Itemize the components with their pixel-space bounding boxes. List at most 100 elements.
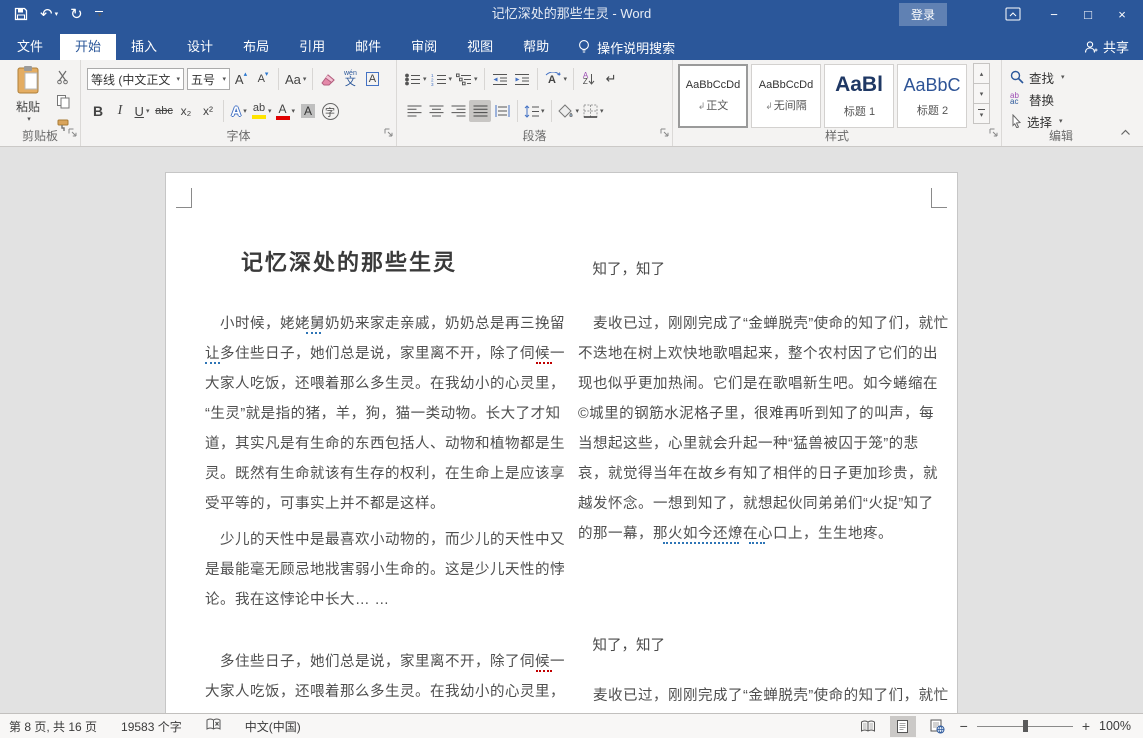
undo-button[interactable]: ↶▾ xyxy=(40,7,58,22)
chevron-down-icon: ▾ xyxy=(146,107,150,115)
document-page[interactable]: 记忆深处的那些生灵 小时候，姥姥舅奶奶来家走亲戚，奶奶总是再三挽留让多住些日子，… xyxy=(165,172,958,713)
clear-formatting-button[interactable] xyxy=(317,68,339,90)
customize-qat-button[interactable]: ▾ xyxy=(95,11,103,18)
undo-caret-icon[interactable]: ▾ xyxy=(55,11,59,18)
superscript-button[interactable]: x² xyxy=(197,100,219,122)
ribbon-display-options-button[interactable] xyxy=(1005,7,1021,21)
line-spacing-button[interactable]: ▾ xyxy=(522,100,547,122)
justify-button[interactable] xyxy=(469,100,491,122)
copy-button[interactable] xyxy=(52,91,74,111)
ribbon-tab[interactable]: 设计 xyxy=(172,34,228,60)
character-border-button[interactable]: A xyxy=(361,68,383,90)
align-right-button[interactable] xyxy=(447,100,469,122)
borders-button[interactable]: ▾ xyxy=(581,100,606,122)
paragraph-dialog-launcher-icon[interactable] xyxy=(660,124,669,142)
proofing-status-icon[interactable] xyxy=(206,718,221,734)
maximize-button[interactable]: □ xyxy=(1071,0,1105,28)
styles-dialog-launcher-icon[interactable] xyxy=(989,124,998,142)
redo-button[interactable]: ↻ xyxy=(70,7,83,22)
italic-button[interactable]: I xyxy=(109,100,131,122)
style-preview: AaBl xyxy=(835,73,883,97)
phonetic-guide-button[interactable]: wén文 xyxy=(339,68,361,90)
style-scroll-up-button[interactable]: ▴ xyxy=(973,63,990,84)
style-card[interactable]: AaBbCcDd ↲无间隔 xyxy=(751,64,821,128)
ribbon-tab[interactable]: 插入 xyxy=(116,34,172,60)
crop-mark-right xyxy=(931,188,947,208)
character-shading-button[interactable]: A xyxy=(297,100,319,122)
ribbon-tab[interactable]: 帮助 xyxy=(508,34,564,60)
numbering-button[interactable]: 123▾ xyxy=(429,68,455,90)
align-center-button[interactable] xyxy=(425,100,447,122)
word-count[interactable]: 19583 个字 xyxy=(121,718,182,735)
text-effects-button[interactable]: A▾ xyxy=(228,100,250,122)
chevron-down-icon: ▾ xyxy=(564,75,568,83)
group-label-paragraph: 段落 xyxy=(397,127,672,144)
zoom-out-button[interactable]: − xyxy=(960,718,968,734)
bullets-button[interactable]: ▾ xyxy=(403,68,429,90)
share-button[interactable]: 共享 xyxy=(1084,37,1129,56)
chevron-down-icon: ▾ xyxy=(222,75,226,83)
read-mode-button[interactable] xyxy=(855,716,881,737)
chevron-down-icon: ▾ xyxy=(98,13,102,18)
multilevel-list-button[interactable]: ▾ xyxy=(454,68,480,90)
save-icon[interactable] xyxy=(14,7,28,21)
zoom-in-button[interactable]: + xyxy=(1082,718,1090,734)
style-scroll-down-button[interactable]: ▾ xyxy=(973,83,990,104)
shrink-font-button[interactable]: A▾ xyxy=(252,68,274,90)
ribbon-tab[interactable]: 审阅 xyxy=(396,34,452,60)
bold-button[interactable]: B xyxy=(87,100,109,122)
text-line: 论。我在这悖论中长大… … xyxy=(205,585,565,615)
style-gallery-more-button[interactable]: ▾ xyxy=(973,103,990,124)
shading-button[interactable]: ▾ xyxy=(556,100,582,122)
clipboard-dialog-launcher-icon[interactable] xyxy=(68,124,77,142)
style-card[interactable]: AaBbC 标题 2 xyxy=(897,64,967,128)
strikethrough-button[interactable]: abc xyxy=(153,100,175,122)
replace-button[interactable]: abac 替换 xyxy=(1002,88,1120,110)
paragraph: 多住些日子，她们总是说，家里离不开，除了伺候一大家人吃饭，还喂着那么多生灵。在我… xyxy=(205,647,565,713)
zoom-level[interactable]: 100% xyxy=(1099,719,1131,733)
ribbon-tab[interactable]: 邮件 xyxy=(340,34,396,60)
font-size-combobox[interactable]: 五号▾ xyxy=(187,68,230,90)
change-case-button[interactable]: Aa▾ xyxy=(283,68,308,90)
tab-file[interactable]: 文件 xyxy=(0,34,60,60)
font-name-combobox[interactable]: 等线 (中文正文▾ xyxy=(87,68,184,90)
highlight-color-button[interactable]: ab▾ xyxy=(250,100,274,122)
asian-layout-button[interactable]: A▾ xyxy=(542,68,570,90)
font-color-button[interactable]: A▾ xyxy=(274,100,298,122)
crop-mark-left xyxy=(176,188,192,208)
enclose-characters-button[interactable]: 字 xyxy=(319,100,341,122)
collapse-ribbon-button[interactable] xyxy=(1120,123,1131,141)
distribute-button[interactable] xyxy=(491,100,513,122)
sign-in-button[interactable]: 登录 xyxy=(899,3,947,26)
minimize-button[interactable]: − xyxy=(1037,0,1071,28)
underline-button[interactable]: U▾ xyxy=(131,100,153,122)
subscript-button[interactable]: x₂ xyxy=(175,100,197,122)
language-indicator[interactable]: 中文(中国) xyxy=(245,718,301,735)
print-layout-button[interactable] xyxy=(890,716,916,737)
align-left-button[interactable] xyxy=(403,100,425,122)
find-button[interactable]: 查找▾ xyxy=(1002,66,1120,88)
zoom-slider-handle[interactable] xyxy=(1023,720,1028,732)
cut-button[interactable] xyxy=(52,67,74,87)
multilevel-list-icon xyxy=(456,73,472,86)
grow-font-button[interactable]: A▴ xyxy=(230,68,252,90)
show-hide-marks-button[interactable]: ↵ xyxy=(600,68,622,90)
increase-indent-button[interactable] xyxy=(511,68,533,90)
web-layout-button[interactable] xyxy=(925,716,951,737)
ribbon-tab[interactable]: 开始 xyxy=(60,34,116,60)
style-card[interactable]: AaBbCcDd ↲正文 xyxy=(678,64,748,128)
decrease-indent-button[interactable] xyxy=(489,68,511,90)
ribbon-tab[interactable]: 引用 xyxy=(284,34,340,60)
ribbon-tab[interactable]: 布局 xyxy=(228,34,284,60)
tell-me-search[interactable]: 操作说明搜索 xyxy=(578,34,675,60)
close-button[interactable]: × xyxy=(1105,0,1139,28)
sort-button[interactable]: AZ xyxy=(578,68,600,90)
zoom-slider[interactable] xyxy=(977,719,1073,733)
text-line: 的那一幕，那火如今还燎在心口上，生生地疼。 xyxy=(578,519,949,549)
font-dialog-launcher-icon[interactable] xyxy=(384,124,393,142)
page-indicator[interactable]: 第 8 页, 共 16 页 xyxy=(9,718,97,735)
text-line: 道，其实凡是有生命的东西包括人、动物和植物都是生 xyxy=(205,429,565,459)
ribbon-tab[interactable]: 视图 xyxy=(452,34,508,60)
style-card[interactable]: AaBl 标题 1 xyxy=(824,64,894,128)
ribbon-tabs: 开始插入设计布局引用邮件审阅视图帮助 xyxy=(60,34,564,60)
